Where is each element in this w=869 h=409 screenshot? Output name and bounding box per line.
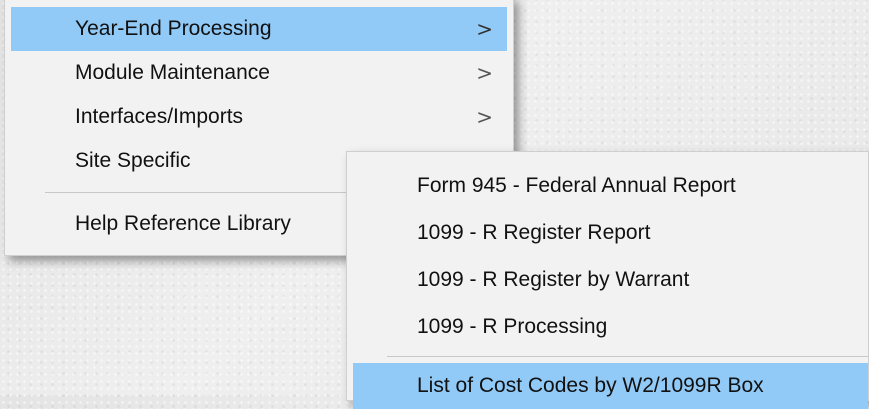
menu-item-interfaces-imports[interactable]: Interfaces/Imports > [5, 95, 513, 139]
menu-item-label: Interfaces/Imports [75, 105, 244, 128]
submenu-arrow-icon: > [476, 61, 493, 85]
submenu-arrow-icon: > [476, 17, 493, 41]
menu-item-label: Help Reference Library [75, 212, 291, 235]
submenu-separator [387, 356, 868, 357]
menu-item-year-end-processing[interactable]: Year-End Processing > [11, 7, 507, 51]
menu-item-label: Module Maintenance [75, 61, 270, 84]
menu-item-label: Year-End Processing [75, 17, 272, 40]
menu-item-label: Site Specific [75, 149, 191, 172]
submenu-item-label: 1099 - R Register by Warrant [417, 268, 690, 291]
submenu-item-1099r-register-report[interactable]: 1099 - R Register Report [347, 209, 868, 256]
submenu-item-label: Form 945 - Federal Annual Report [417, 174, 736, 197]
submenu-arrow-icon: > [476, 105, 493, 129]
submenu-item-label: 1099 - R Processing [417, 315, 608, 338]
submenu-item-label: 1099 - R Register Report [417, 221, 651, 244]
year-end-processing-submenu: Form 945 - Federal Annual Report 1099 - … [346, 151, 869, 409]
submenu-item-1099r-processing[interactable]: 1099 - R Processing [347, 303, 868, 350]
submenu-item-1099r-register-by-warrant[interactable]: 1099 - R Register by Warrant [347, 256, 868, 303]
menu-item-module-maintenance[interactable]: Module Maintenance > [5, 51, 513, 95]
submenu-item-list-of-cost-codes[interactable]: List of Cost Codes by W2/1099R Box [353, 363, 868, 409]
submenu-item-form-945[interactable]: Form 945 - Federal Annual Report [347, 162, 868, 209]
submenu-item-label: List of Cost Codes by W2/1099R Box [417, 374, 764, 397]
